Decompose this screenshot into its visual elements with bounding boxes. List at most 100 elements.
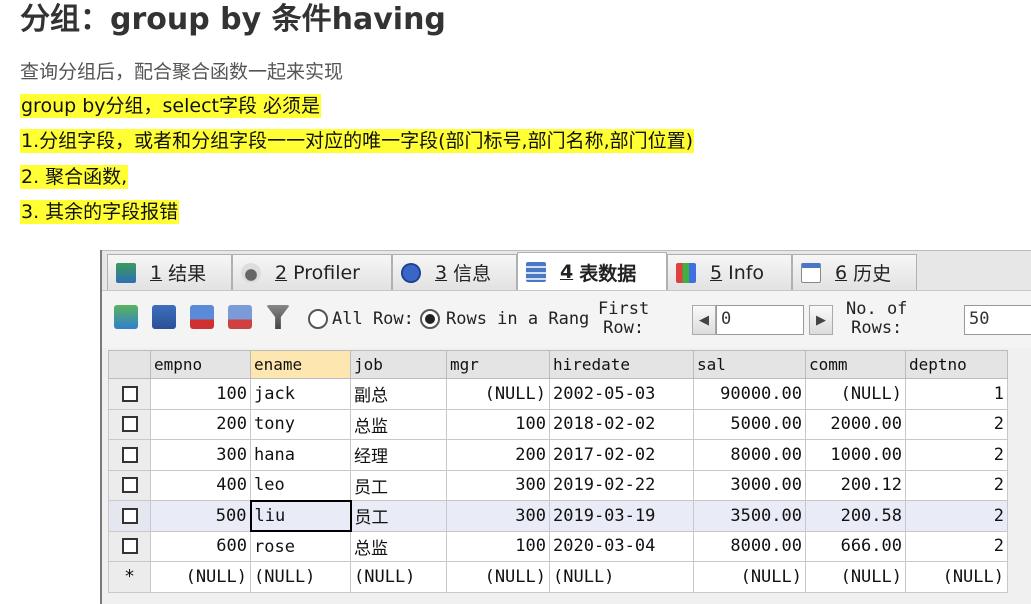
- grid-cell-hiredate[interactable]: 2002-05-03: [549, 378, 694, 410]
- new-row[interactable]: * (NULL) (NULL) (NULL) (NULL) (NULL) (NULL) (NU…: [108, 561, 1008, 593]
- checkbox-icon[interactable]: [121, 538, 138, 555]
- grid-cell-mgr[interactable]: (NULL): [446, 378, 550, 410]
- column-header[interactable]: mgr: [446, 350, 550, 379]
- grid-cell-hiredate[interactable]: 2019-02-22: [549, 469, 694, 501]
- grid-cell-sal[interactable]: 3500.00: [693, 500, 806, 532]
- grid-cell-job[interactable]: 经理: [350, 439, 447, 471]
- grid-cell-comm[interactable]: 666.00: [805, 530, 906, 562]
- new-row-cell-hiredate[interactable]: (NULL): [549, 561, 694, 593]
- filter-icon[interactable]: [266, 305, 290, 329]
- grid-cell-comm[interactable]: 2000.00: [805, 408, 906, 440]
- grid-cell-job[interactable]: 员工: [350, 469, 447, 501]
- insert-row-icon[interactable]: [114, 305, 138, 329]
- checkbox-icon[interactable]: [121, 446, 138, 463]
- grid-cell-hiredate[interactable]: 2018-02-02: [549, 408, 694, 440]
- grid-cell-job[interactable]: 总监: [350, 408, 447, 440]
- delete-rows-icon[interactable]: [228, 305, 252, 329]
- grid-cell-ename[interactable]: liu: [249, 499, 352, 532]
- grid-cell-ename[interactable]: leo: [250, 469, 351, 501]
- grid-cell-deptno[interactable]: 1: [905, 378, 1008, 410]
- tab-results[interactable]: 1 结果: [107, 254, 232, 290]
- tab-messages[interactable]: 3 信息: [392, 254, 517, 290]
- column-header[interactable]: deptno: [905, 350, 1008, 379]
- grid-cell-empno[interactable]: 600: [150, 530, 251, 562]
- table-row[interactable]: 500 liu 员工 300 2019-03-19 3500.00 200.58 2: [108, 499, 1008, 532]
- rows-in-range-radio[interactable]: [420, 309, 440, 329]
- checkbox-icon[interactable]: [121, 385, 138, 402]
- grid-cell-job[interactable]: 员工: [350, 500, 447, 532]
- column-header[interactable]: sal: [693, 350, 806, 379]
- checkbox-icon[interactable]: [121, 416, 138, 433]
- grid-cell-deptno[interactable]: 2: [905, 439, 1008, 471]
- row-checkbox[interactable]: [108, 408, 151, 440]
- row-checkbox[interactable]: [108, 378, 151, 410]
- table-row[interactable]: 600 rose 总监 100 2020-03-04 8000.00 666.00 2: [108, 530, 1008, 562]
- grid-cell-ename[interactable]: jack: [250, 378, 351, 410]
- first-row-input[interactable]: 0: [716, 305, 804, 335]
- grid-cell-empno[interactable]: 400: [150, 469, 251, 501]
- grid-cell-ename[interactable]: hana: [250, 439, 351, 471]
- grid-cell-hiredate[interactable]: 2020-03-04: [549, 530, 694, 562]
- grid-cell-sal[interactable]: 3000.00: [693, 469, 806, 501]
- grid-cell-mgr[interactable]: 100: [446, 530, 550, 562]
- grid-cell-empno[interactable]: 100: [150, 378, 251, 410]
- new-row-cell-deptno[interactable]: (NULL): [905, 561, 1008, 593]
- next-page-button[interactable]: ▶: [809, 305, 833, 335]
- table-row[interactable]: 100 jack 副总 (NULL) 2002-05-03 90000.00 (NULL) 1: [108, 378, 1008, 410]
- prev-page-button[interactable]: ◀: [692, 305, 716, 335]
- grid-cell-sal[interactable]: 90000.00: [693, 378, 806, 410]
- checkbox-icon[interactable]: [121, 507, 138, 524]
- grid-cell-job[interactable]: 副总: [350, 378, 447, 410]
- new-row-cell-empno[interactable]: (NULL): [150, 561, 251, 593]
- grid-cell-sal[interactable]: 8000.00: [693, 439, 806, 471]
- tab-info[interactable]: 5 Info: [667, 254, 792, 290]
- column-header[interactable]: ename: [250, 350, 351, 379]
- new-row-cell-mgr[interactable]: (NULL): [446, 561, 550, 593]
- grid-cell-empno[interactable]: 500: [150, 500, 251, 532]
- table-row[interactable]: 300 hana 经理 200 2017-02-02 8000.00 1000.00 2: [108, 439, 1008, 471]
- grid-cell-mgr[interactable]: 300: [446, 500, 550, 532]
- grid-cell-ename[interactable]: tony: [250, 408, 351, 440]
- table-row[interactable]: 200 tony 总监 100 2018-02-02 5000.00 2000.00 2: [108, 408, 1008, 440]
- new-row-cell-sal[interactable]: (NULL): [693, 561, 806, 593]
- grid-cell-comm[interactable]: (NULL): [805, 378, 906, 410]
- row-checkbox[interactable]: [108, 500, 151, 532]
- column-header[interactable]: empno: [150, 350, 251, 379]
- grid-cell-ename[interactable]: rose: [250, 530, 351, 562]
- grid-cell-mgr[interactable]: 200: [446, 439, 550, 471]
- delete-row-icon[interactable]: [190, 305, 214, 329]
- grid-cell-hiredate[interactable]: 2019-03-19: [549, 500, 694, 532]
- new-row-cell-job[interactable]: (NULL): [350, 561, 447, 593]
- grid-cell-deptno[interactable]: 2: [905, 500, 1008, 532]
- grid-cell-empno[interactable]: 200: [150, 408, 251, 440]
- tab-history[interactable]: 6 历史: [792, 254, 917, 290]
- column-header[interactable]: hiredate: [549, 350, 694, 379]
- tab-profiler[interactable]: 2 Profiler: [232, 254, 392, 290]
- column-header[interactable]: comm: [805, 350, 906, 379]
- row-checkbox[interactable]: [108, 469, 151, 501]
- grid-cell-comm[interactable]: 200.58: [805, 500, 906, 532]
- column-header[interactable]: job: [350, 350, 447, 379]
- grid-cell-deptno[interactable]: 2: [905, 530, 1008, 562]
- row-checkbox[interactable]: [108, 530, 151, 562]
- grid-cell-job[interactable]: 总监: [350, 530, 447, 562]
- row-checkbox[interactable]: [108, 439, 151, 471]
- save-icon[interactable]: [152, 305, 176, 329]
- all-rows-radio[interactable]: [308, 309, 328, 329]
- grid-cell-hiredate[interactable]: 2017-02-02: [549, 439, 694, 471]
- grid-cell-comm[interactable]: 1000.00: [805, 439, 906, 471]
- grid-cell-deptno[interactable]: 2: [905, 408, 1008, 440]
- grid-cell-mgr[interactable]: 300: [446, 469, 550, 501]
- grid-cell-sal[interactable]: 5000.00: [693, 408, 806, 440]
- grid-cell-sal[interactable]: 8000.00: [693, 530, 806, 562]
- num-rows-input[interactable]: 50: [964, 305, 1031, 335]
- grid-cell-deptno[interactable]: 2: [905, 469, 1008, 501]
- grid-cell-empno[interactable]: 300: [150, 439, 251, 471]
- table-row[interactable]: 400 leo 员工 300 2019-02-22 3000.00 200.12 2: [108, 469, 1008, 501]
- tab-table-data[interactable]: 4 表数据: [517, 252, 667, 291]
- grid-cell-comm[interactable]: 200.12: [805, 469, 906, 501]
- checkbox-icon[interactable]: [121, 477, 138, 494]
- grid-cell-mgr[interactable]: 100: [446, 408, 550, 440]
- new-row-cell-ename[interactable]: (NULL): [250, 561, 351, 593]
- new-row-cell-comm[interactable]: (NULL): [805, 561, 906, 593]
